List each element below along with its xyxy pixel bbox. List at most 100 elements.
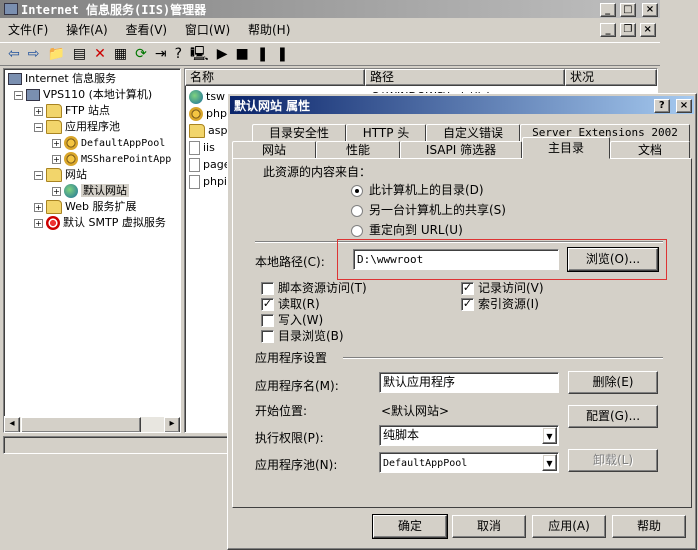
menu-window[interactable]: 窗口(W) [185, 23, 230, 37]
ok-button[interactable]: 确定 [372, 514, 448, 539]
maximize-button[interactable]: □ [619, 3, 636, 17]
menu-view[interactable]: 查看(V) [126, 23, 168, 37]
pause-icon[interactable]: ❚❚ [257, 46, 296, 62]
checkbox-icon[interactable] [261, 330, 274, 343]
child-restore-button[interactable]: ❐ [619, 23, 636, 37]
back-icon[interactable]: ⇦ [8, 46, 28, 62]
scroll-left-icon[interactable]: ◂ [4, 417, 20, 432]
chk-script-access[interactable]: 脚本资源访问(T) [261, 279, 367, 296]
config-button[interactable]: 配置(G)... [568, 405, 658, 428]
delete-icon[interactable]: ✕ [94, 46, 114, 62]
collapse-icon[interactable]: − [34, 170, 43, 180]
menu-help[interactable]: 帮助(H) [248, 23, 290, 37]
app-name-input[interactable]: 默认应用程序 [379, 372, 559, 393]
cancel-button[interactable]: 取消 [452, 515, 526, 538]
tab-isapi-filters[interactable]: ISAPI 筛选器 [400, 141, 522, 159]
menu-bar: 文件(F) 操作(A) 查看(V) 窗口(W) 帮助(H) [0, 19, 660, 41]
radio-local-dir[interactable]: 此计算机上的目录(D) [351, 181, 484, 198]
tab-website[interactable]: 网站 [232, 141, 316, 159]
tree-pool-default[interactable]: + DefaultAppPool [52, 135, 165, 151]
list-item[interactable]: phpi [189, 174, 227, 190]
unload-button[interactable]: 卸载(L) [568, 449, 658, 472]
col-name[interactable]: 名称 [185, 69, 365, 86]
tab-documents[interactable]: 文档 [610, 141, 690, 159]
dropdown-arrow-icon[interactable]: ▼ [542, 454, 557, 471]
list-item[interactable]: page [189, 157, 230, 173]
expand-icon[interactable]: + [52, 138, 61, 148]
expand-icon[interactable]: + [34, 106, 43, 116]
tree-default-site[interactable]: + 默认网站 [52, 183, 129, 199]
chk-read[interactable]: ✓ 读取(R) [261, 295, 320, 312]
chk-log-visits[interactable]: ✓ 记录访问(V) [461, 279, 544, 296]
checkbox-icon[interactable] [261, 314, 274, 327]
tree-ftp[interactable]: + FTP 站点 [34, 103, 110, 119]
chk-dir-browse[interactable]: 目录浏览(B) [261, 327, 344, 344]
show-tree-icon[interactable]: ▤ [73, 46, 94, 62]
remove-button[interactable]: 删除(E) [568, 371, 658, 394]
dialog-close-icon[interactable]: × [676, 99, 692, 113]
help-button[interactable]: 帮助 [612, 515, 686, 538]
radio-icon[interactable] [351, 204, 363, 217]
scroll-thumb[interactable] [21, 417, 141, 432]
tree-web-ext[interactable]: + Web 服务扩展 [34, 199, 136, 215]
radio-icon[interactable] [351, 224, 363, 237]
folder-icon [46, 104, 62, 118]
tree-websites[interactable]: − 网站 [34, 167, 87, 183]
exec-perm-select[interactable]: 纯脚本 ▼ [379, 425, 559, 446]
checkbox-checked-icon[interactable]: ✓ [461, 282, 474, 295]
menu-action[interactable]: 操作(A) [66, 23, 108, 37]
radio-share[interactable]: 另一台计算机上的共享(S) [351, 201, 506, 218]
properties-icon[interactable]: ▦ [114, 46, 135, 62]
forward-icon[interactable]: ⇨ [28, 46, 48, 62]
list-header: 名称 路径 状况 [185, 69, 657, 86]
list-item[interactable]: tsw [189, 89, 225, 105]
export-icon[interactable]: ⇥ [155, 46, 175, 62]
refresh-icon[interactable]: ⟳ [135, 46, 155, 62]
dialog-titlebar: 默认网站 属性 ? × [230, 96, 694, 114]
tab-custom-errors[interactable]: 自定义错误 [426, 124, 520, 142]
expand-icon[interactable]: + [52, 186, 61, 196]
radio-redirect[interactable]: 重定向到 URL(U) [351, 221, 463, 238]
expand-icon[interactable]: + [34, 202, 43, 212]
col-path[interactable]: 路径 [365, 69, 565, 86]
stop-icon[interactable]: ■ [235, 46, 256, 62]
list-item[interactable]: iis [189, 140, 215, 156]
tree-app-pools[interactable]: − 应用程序池 [34, 119, 120, 135]
help-icon[interactable]: ? [175, 46, 190, 62]
tab-home-directory[interactable]: 主目录 [522, 137, 610, 159]
dropdown-arrow-icon[interactable]: ▼ [542, 427, 557, 444]
dialog-help-icon[interactable]: ? [653, 99, 670, 113]
checkbox-checked-icon[interactable]: ✓ [461, 298, 474, 311]
tab-dir-security[interactable]: 目录安全性 [252, 124, 346, 142]
collapse-icon[interactable]: − [34, 122, 43, 132]
tab-http-headers[interactable]: HTTP 头 [346, 124, 426, 142]
tree-smtp[interactable]: + 默认 SMTP 虚拟服务 [34, 215, 166, 231]
up-folder-icon[interactable]: 📁 [47, 46, 72, 62]
checkbox-icon[interactable] [261, 282, 274, 295]
tree-server[interactable]: − VPS110 (本地计算机) [14, 87, 152, 103]
checkbox-checked-icon[interactable]: ✓ [261, 298, 274, 311]
app-pool-select[interactable]: DefaultAppPool ▼ [379, 452, 559, 473]
content-source-label: 此资源的内容来自： [263, 165, 372, 179]
child-minimize-button[interactable]: _ [600, 23, 616, 37]
collapse-icon[interactable]: − [14, 90, 23, 100]
close-button[interactable]: × [642, 3, 658, 17]
scroll-right-icon[interactable]: ▸ [164, 417, 180, 432]
menu-file[interactable]: 文件(F) [8, 23, 48, 37]
apply-button[interactable]: 应用(A) [532, 515, 606, 538]
play-icon[interactable]: ▶ [217, 46, 236, 62]
smtp-icon [46, 216, 60, 230]
chk-write[interactable]: 写入(W) [261, 311, 323, 328]
col-status[interactable]: 状况 [565, 69, 657, 86]
computer-icon[interactable]: 🖳 [190, 46, 217, 62]
expand-icon[interactable]: + [34, 218, 43, 228]
tree-hscrollbar[interactable]: ◂ ▸ [4, 416, 180, 432]
chk-index[interactable]: ✓ 索引资源(I) [461, 295, 539, 312]
radio-selected-icon[interactable] [351, 184, 363, 197]
expand-icon[interactable]: + [52, 154, 61, 164]
minimize-button[interactable]: _ [599, 3, 616, 17]
tree-pool-sharepoint[interactable]: + MSSharePointApp [52, 151, 171, 167]
child-close-button[interactable]: × [639, 23, 656, 37]
tree-root[interactable]: Internet 信息服务 [8, 71, 116, 87]
tab-performance[interactable]: 性能 [316, 141, 400, 159]
